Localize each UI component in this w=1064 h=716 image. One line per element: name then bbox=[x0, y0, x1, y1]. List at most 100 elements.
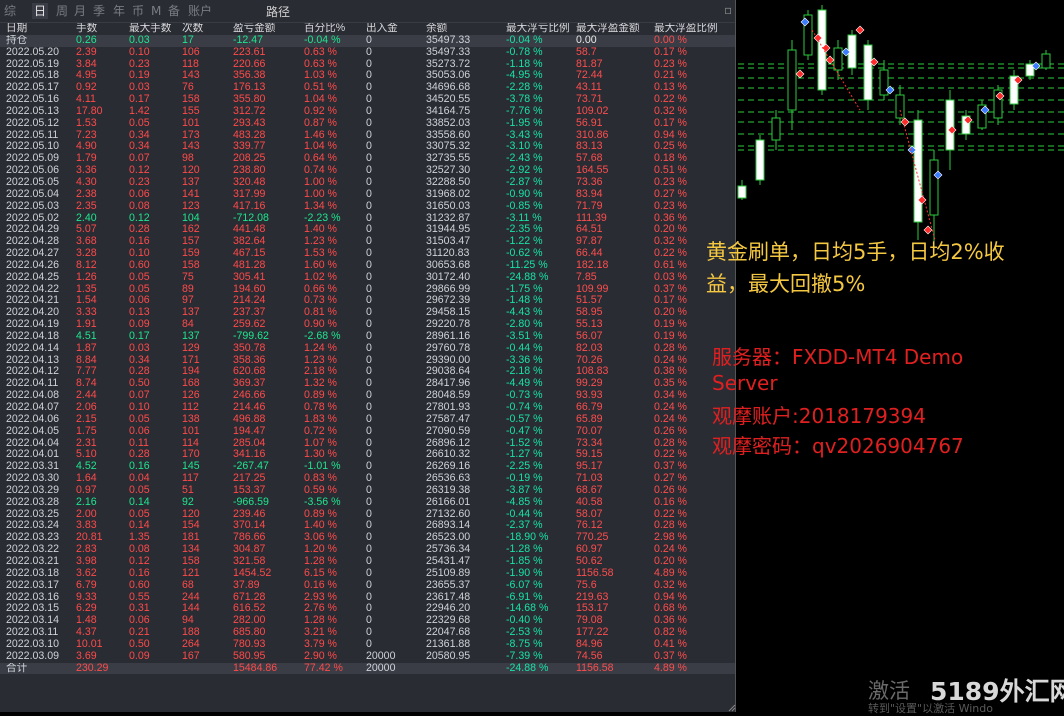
table-row[interactable]: 2022.04.20 3.33 0.13 137 237.37 0.81 % 0 29458.… bbox=[0, 307, 735, 319]
cell-col-2: 0.06 bbox=[129, 425, 150, 437]
cell-col-6: 0 bbox=[366, 354, 372, 366]
cell-col-1: 2.38 bbox=[76, 188, 97, 200]
table-row[interactable]: 2022.04.19 1.91 0.09 84 259.62 0.90 % 0 29220.7… bbox=[0, 319, 735, 331]
table-row[interactable]: 2022.03.23 20.81 1.35 181 786.66 3.06 % 0 26523… bbox=[0, 532, 735, 544]
cell-col-1: 5.07 bbox=[76, 224, 97, 236]
table-row[interactable]: 2022.03.29 0.97 0.05 51 153.37 0.59 % 0 26319.3… bbox=[0, 485, 735, 497]
table-row[interactable]: 2022.05.17 0.92 0.03 76 176.13 0.51 % 0 34696.6… bbox=[0, 82, 735, 94]
table-row[interactable]: 2022.04.22 1.35 0.05 89 194.60 0.66 % 0 29866.9… bbox=[0, 284, 735, 296]
table-row[interactable]: 2022.05.04 2.38 0.06 141 317.99 1.00 % 0 31968.… bbox=[0, 189, 735, 201]
toolbar-tab-5[interactable]: 年 bbox=[113, 3, 125, 19]
cell-col-10: 0.23 % bbox=[654, 58, 687, 70]
table-row[interactable]: 2022.03.10 10.01 0.50 264 780.93 3.79 % 0 21361… bbox=[0, 639, 735, 651]
cell-col-7: 35273.72 bbox=[426, 58, 471, 70]
table-row[interactable]: 2022.03.21 3.98 0.12 158 321.58 1.28 % 0 25431.… bbox=[0, 556, 735, 568]
cell-col-7: 22047.68 bbox=[426, 627, 471, 639]
table-row[interactable]: 2022.04.29 5.07 0.28 162 441.48 1.40 % 0 31944.… bbox=[0, 224, 735, 236]
table-row[interactable]: 2022.04.05 1.75 0.06 101 194.47 0.72 % 0 27090.… bbox=[0, 426, 735, 438]
table-row[interactable]: 2022.04.21 1.54 0.06 97 214.24 0.73 % 0 29672.3… bbox=[0, 295, 735, 307]
table-row[interactable]: 2022.03.17 6.79 0.60 68 37.89 0.16 % 0 23655.37… bbox=[0, 580, 735, 592]
table-row[interactable]: 2022.05.05 4.30 0.23 137 320.48 1.00 % 0 32288.… bbox=[0, 177, 735, 189]
table-row[interactable]: 2022.04.08 2.44 0.07 126 246.66 0.89 % 0 28048.… bbox=[0, 390, 735, 402]
cell-col-4: 214.46 bbox=[233, 402, 266, 413]
table-row[interactable]: 2022.05.12 1.53 0.05 101 293.43 0.87 % 0 33852.… bbox=[0, 118, 735, 130]
cell-col-7: 31120.83 bbox=[426, 248, 470, 260]
cell-col-4: 417.16 bbox=[233, 200, 266, 212]
table-row[interactable]: 2022.04.01 5.10 0.28 170 341.16 1.30 % 0 26610.… bbox=[0, 449, 735, 461]
cell-col-1: 1.26 bbox=[76, 271, 97, 283]
table-row[interactable]: 2022.03.31 4.52 0.16 145 -267.47 -1.01 % 0 2626… bbox=[0, 461, 735, 473]
cell-col-9: 最大浮盈金额 bbox=[576, 23, 640, 34]
cell-col-4: 481.28 bbox=[233, 259, 266, 271]
table-row[interactable]: 2022.05.16 4.11 0.17 158 355.80 1.04 % 0 34520.… bbox=[0, 94, 735, 106]
cell-col-4: 176.13 bbox=[233, 82, 266, 94]
panel-close-icon[interactable]: ▫ bbox=[724, 3, 732, 17]
table-row[interactable]: 2022.04.18 4.51 0.17 137 -799.62 -2.68 % 0 2896… bbox=[0, 331, 735, 343]
table-row[interactable]: 2022.03.11 4.37 0.21 188 685.80 3.21 % 0 22047.… bbox=[0, 627, 735, 639]
table-row[interactable]: 2022.03.30 1.64 0.04 117 217.25 0.83 % 0 26536.… bbox=[0, 473, 735, 485]
cell-col-1: 1.91 bbox=[76, 319, 97, 331]
table-row[interactable]: 2022.03.15 6.29 0.31 144 616.52 2.76 % 0 22946.… bbox=[0, 603, 735, 615]
table-row[interactable]: 2022.03.14 1.48 0.06 94 282.00 1.28 % 0 22329.6… bbox=[0, 615, 735, 627]
cell-col-6: 20000 bbox=[366, 650, 396, 662]
cell-col-9: 164.55 bbox=[576, 165, 609, 177]
cell-col-9: 70.07 bbox=[576, 425, 603, 437]
table-row[interactable]: 2022.05.02 2.40 0.12 104 -712.08 -2.23 % 0 3123… bbox=[0, 213, 735, 225]
path-button[interactable]: 路径 bbox=[266, 3, 290, 20]
table-row[interactable]: 2022.05.03 2.35 0.08 123 417.16 1.34 % 0 31650.… bbox=[0, 201, 735, 213]
cell-col-2: 0.05 bbox=[129, 484, 150, 496]
cell-col-3: 162 bbox=[182, 224, 200, 236]
table-row[interactable]: 2022.04.06 2.15 0.05 138 496.88 1.83 % 0 27587.… bbox=[0, 414, 735, 426]
toolbar-tab-0[interactable]: 综 bbox=[4, 3, 16, 19]
cell-col-8: -1.28 % bbox=[506, 544, 543, 556]
cell-col-1: 3.68 bbox=[76, 236, 97, 248]
table-row[interactable]: 2022.05.18 4.95 0.19 143 356.38 1.03 % 0 35053.… bbox=[0, 70, 735, 82]
table-row[interactable]: 2022.05.20 2.39 0.10 106 223.61 0.63 % 0 35497.… bbox=[0, 47, 735, 59]
table-row[interactable]: 2022.03.24 3.83 0.14 154 370.14 1.40 % 0 26893.… bbox=[0, 520, 735, 532]
table-row[interactable]: 2022.04.27 3.28 0.10 159 467.15 1.53 % 0 31120.… bbox=[0, 248, 735, 260]
table-row[interactable]: 2022.04.04 2.31 0.11 114 285.04 1.07 % 0 26896.… bbox=[0, 438, 735, 450]
table-row[interactable]: 2022.04.12 7.77 0.28 194 620.68 2.18 % 0 29038.… bbox=[0, 366, 735, 378]
table-row[interactable]: 2022.03.28 2.16 0.14 92 -966.59 -3.56 % 0 26166… bbox=[0, 497, 735, 509]
table-row[interactable]: 2022.05.06 3.36 0.12 120 238.80 0.74 % 0 32527.… bbox=[0, 165, 735, 177]
table-row[interactable]: 2022.05.09 1.79 0.07 98 208.25 0.64 % 0 32735.5… bbox=[0, 153, 735, 165]
toolbar-tab-7[interactable]: M bbox=[151, 3, 161, 19]
cell-col-2: 0.21 bbox=[129, 627, 150, 639]
toolbar-tab-3[interactable]: 月 bbox=[74, 3, 86, 19]
toolbar-tab-4[interactable]: 季 bbox=[93, 3, 105, 19]
holding-row[interactable]: 持仓 0.26 0.03 17 -12.47 -0.04 % 0 35497.33 -0.04 … bbox=[0, 34, 735, 47]
table-row[interactable]: 2022.04.14 1.87 0.03 129 350.78 1.24 % 0 29760.… bbox=[0, 343, 735, 355]
cell-col-8: -1.27 % bbox=[506, 449, 543, 461]
table-row[interactable]: 2022.03.16 9.33 0.55 244 671.28 2.93 % 0 23617.… bbox=[0, 592, 735, 604]
toolbar-tab-2[interactable]: 周 bbox=[56, 3, 68, 19]
cell-col-5: 2.90 % bbox=[304, 650, 337, 662]
table-row[interactable]: 2022.04.25 1.26 0.05 75 305.41 1.02 % 0 30172.4… bbox=[0, 272, 735, 284]
cell-col-8: -0.19 % bbox=[506, 473, 543, 485]
toolbar-tab-9[interactable]: 账户 bbox=[188, 3, 212, 19]
table-row[interactable]: 2022.03.25 2.00 0.05 120 239.46 0.89 % 0 27132.… bbox=[0, 509, 735, 521]
cell-col-1: 1.87 bbox=[76, 342, 97, 354]
cell-col-1: 4.11 bbox=[76, 94, 96, 106]
table-row[interactable]: 2022.04.11 8.74 0.50 168 369.37 1.32 % 0 28417.… bbox=[0, 378, 735, 390]
table-row[interactable]: 2022.05.10 4.90 0.34 143 339.77 1.04 % 0 33075.… bbox=[0, 141, 735, 153]
cell-col-9: 66.79 bbox=[576, 402, 603, 413]
table-row[interactable]: 2022.04.28 3.68 0.16 157 382.64 1.23 % 0 31503.… bbox=[0, 236, 735, 248]
table-row[interactable]: 2022.03.22 2.83 0.08 134 304.87 1.20 % 0 25736.… bbox=[0, 544, 735, 556]
table-row[interactable]: 2022.03.09 3.69 0.09 167 580.95 2.90 % 20000 20… bbox=[0, 651, 735, 663]
total-row[interactable]: 合计 230.29 15484.86 77.42 % 20000 -24.88 % 1156… bbox=[0, 662, 735, 675]
table-row[interactable]: 2022.05.19 3.84 0.23 118 220.66 0.63 % 0 35273.… bbox=[0, 59, 735, 71]
cell-col-8: -1.18 % bbox=[506, 58, 543, 70]
table-row[interactable]: 2022.05.11 7.23 0.34 173 483.28 1.46 % 0 33558.… bbox=[0, 130, 735, 142]
cell-col-1: 2.39 bbox=[76, 46, 97, 58]
table-header[interactable]: 日期 手数 最大手数 次数 盈亏金额 百分比% 出入金 余额 最大浮亏比例 最大浮盈金额 最大浮盈比… bbox=[0, 23, 735, 35]
table-row[interactable]: 2022.04.26 8.12 0.60 158 481.28 1.60 % 0 30653.… bbox=[0, 260, 735, 272]
toolbar-tab-8[interactable]: 备 bbox=[168, 3, 180, 19]
table-row[interactable]: 2022.03.18 3.62 0.16 121 1454.52 6.15 % 0 25109… bbox=[0, 568, 735, 580]
cell-col-5: 0.87 % bbox=[304, 117, 337, 129]
table-row[interactable]: 2022.05.13 17.80 1.42 155 312.72 0.92 % 0 34164… bbox=[0, 106, 735, 118]
resize-grip-icon[interactable] bbox=[728, 702, 736, 712]
table-row[interactable]: 2022.04.07 2.06 0.10 112 214.46 0.78 % 0 27801.… bbox=[0, 402, 735, 414]
toolbar-tab-1[interactable]: 日 bbox=[32, 3, 49, 19]
table-row[interactable]: 2022.04.13 8.84 0.34 171 358.36 1.23 % 0 29390.… bbox=[0, 355, 735, 367]
toolbar-tab-6[interactable]: 币 bbox=[132, 3, 144, 19]
